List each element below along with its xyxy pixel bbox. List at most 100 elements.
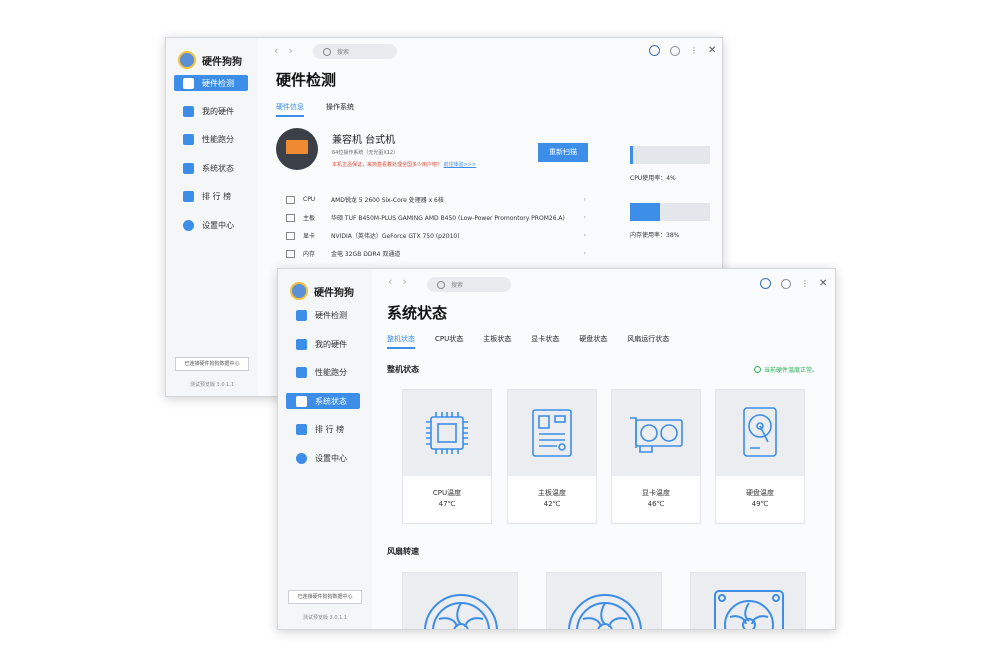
card-image xyxy=(612,390,700,476)
nav-label: 设置中心 xyxy=(202,221,234,230)
tab-cpu[interactable]: CPU状态 xyxy=(435,334,463,349)
hardware-row-gpu[interactable]: 显卡 NVIDIA（英伟达）GeForce GTX 750 (p2010) › xyxy=(286,231,586,240)
motherboard-icon xyxy=(532,409,572,457)
usage-label-text: CPU使用率： xyxy=(630,175,667,182)
card-value: 47℃ xyxy=(438,500,456,508)
front-sidebar: 硬件狗狗 硬件检测 我的硬件 性能跑分 系统状态 排 行 榜 设置中心 已连接硬… xyxy=(278,269,372,629)
hardware-value: 金电 32GB DDR4 双通道 xyxy=(331,251,401,258)
menu-icon[interactable]: ⋮ xyxy=(690,46,698,55)
nav-label: 性能跑分 xyxy=(202,135,234,144)
tab-overall[interactable]: 整机状态 xyxy=(387,334,415,349)
nav-label: 硬件检测 xyxy=(202,78,234,88)
card-name: CPU温度 xyxy=(432,489,462,497)
temp-card-cpu[interactable]: CPU温度 47℃ xyxy=(402,389,492,524)
temp-card-disk[interactable]: 硬盘温度 49℃ xyxy=(715,389,805,524)
warning-link[interactable]: 前往体验>>> xyxy=(444,162,477,168)
user-icon[interactable] xyxy=(649,45,660,56)
nav-benchmark[interactable]: 性能跑分 xyxy=(296,367,347,378)
close-icon[interactable]: ✕ xyxy=(819,278,827,289)
card-image xyxy=(716,390,804,476)
dog-logo-icon xyxy=(178,51,196,69)
nav-settings[interactable]: 设置中心 xyxy=(296,453,347,464)
nav-hardware-check[interactable]: 硬件检测 xyxy=(174,75,248,91)
section-title-fans: 风扇转速 xyxy=(387,547,419,556)
search-input[interactable]: 搜索 xyxy=(427,277,511,292)
chevron-right-icon: › xyxy=(583,232,586,239)
hardware-row-motherboard[interactable]: 主板 华硕 TUF B450M-PLUS GAMING AMD B450 (Lo… xyxy=(286,213,586,222)
nav-label: 排 行 榜 xyxy=(202,192,232,201)
hardware-value: 华硕 TUF B450M-PLUS GAMING AMD B450 (Low-P… xyxy=(331,215,565,222)
chevron-right-icon: › xyxy=(583,196,586,203)
phone-icon xyxy=(296,339,307,350)
fan-card[interactable] xyxy=(546,572,662,629)
pulse-icon xyxy=(183,163,194,174)
usage-value: 4% xyxy=(666,175,676,182)
card-value: 46℃ xyxy=(647,500,665,508)
rescan-button[interactable]: 重新扫描 xyxy=(538,143,588,162)
nav-system-status[interactable]: 系统状态 xyxy=(286,393,360,409)
gear-icon[interactable] xyxy=(781,278,791,289)
tab-disk[interactable]: 硬盘状态 xyxy=(579,334,607,349)
temp-card-motherboard[interactable]: 主板温度 42℃ xyxy=(507,389,597,524)
tab-fan[interactable]: 风扇运行状态 xyxy=(627,334,669,349)
status-text: 当前硬件温度正常。 xyxy=(764,367,819,374)
nav-arrows[interactable]: ‹ › xyxy=(274,44,293,57)
nav-label: 我的硬件 xyxy=(315,340,347,349)
tab-motherboard[interactable]: 主板状态 xyxy=(483,334,511,349)
app-name: 硬件狗狗 xyxy=(314,287,354,299)
benchmark-icon xyxy=(183,134,194,145)
card-image xyxy=(508,390,596,476)
search-icon xyxy=(437,280,445,289)
tab-gpu[interactable]: 显卡状态 xyxy=(531,334,559,349)
nav-label: 系统状态 xyxy=(315,396,347,406)
gear-icon[interactable] xyxy=(670,45,680,56)
nav-system-status[interactable]: 系统状态 xyxy=(183,163,234,174)
temperature-status: 当前硬件温度正常。 xyxy=(754,365,818,374)
user-icon[interactable] xyxy=(760,278,771,289)
close-icon[interactable]: ✕ xyxy=(708,45,716,56)
device-name: 兼容机 台式机 xyxy=(332,135,396,146)
menu-icon[interactable]: ⋮ xyxy=(801,279,809,288)
data-center-button[interactable]: 已连接硬件狗狗数据中心 xyxy=(175,357,249,371)
warning-text: 本机正品保证，来简直看着处理全国多少用户吧！ xyxy=(332,162,443,168)
tab-hardware-info[interactable]: 硬件信息 xyxy=(276,102,304,117)
nav-ranking[interactable]: 排 行 榜 xyxy=(296,424,344,435)
data-center-button[interactable]: 已连接硬件狗狗数据中心 xyxy=(288,590,362,604)
fan-card[interactable] xyxy=(402,572,518,629)
phone-icon xyxy=(183,106,194,117)
forward-arrow-icon[interactable]: › xyxy=(402,275,406,288)
memory-icon xyxy=(286,249,295,258)
nav-hardware-check[interactable]: 硬件检测 xyxy=(296,310,347,321)
nav-label: 性能跑分 xyxy=(315,368,347,377)
window-controls: ⋮ ✕ xyxy=(649,45,716,56)
nav-label: 系统状态 xyxy=(202,164,234,173)
hardware-row-cpu[interactable]: CPU AMD锐龙 5 2600 Six-Core 处理器 x 6核 › xyxy=(286,195,586,204)
app-name: 硬件狗狗 xyxy=(202,56,242,68)
card-image xyxy=(403,390,491,476)
tab-os[interactable]: 操作系统 xyxy=(326,102,354,117)
nav-arrows[interactable]: ‹ › xyxy=(388,275,407,288)
nav-benchmark[interactable]: 性能跑分 xyxy=(183,134,234,145)
bar-chart-icon xyxy=(296,424,307,435)
back-arrow-icon[interactable]: ‹ xyxy=(388,275,392,288)
usage-fill xyxy=(630,146,634,164)
hardware-key: CPU xyxy=(303,196,316,203)
forward-arrow-icon[interactable]: › xyxy=(288,44,292,57)
memory-usage-bar xyxy=(630,203,710,221)
card-value: 49℃ xyxy=(751,500,769,508)
hardware-value: NVIDIA（英伟达）GeForce GTX 750 (p2010) xyxy=(331,233,460,240)
nav-my-hardware[interactable]: 我的硬件 xyxy=(183,106,234,117)
temp-card-gpu[interactable]: 显卡温度 46℃ xyxy=(611,389,701,524)
nav-settings[interactable]: 设置中心 xyxy=(183,220,234,231)
search-input[interactable]: 搜索 xyxy=(313,44,397,59)
hardware-row-memory[interactable]: 内存 金电 32GB DDR4 双通道 › xyxy=(286,249,586,258)
nav-ranking[interactable]: 排 行 榜 xyxy=(183,191,231,202)
nav-my-hardware[interactable]: 我的硬件 xyxy=(296,339,347,350)
fan-card[interactable] xyxy=(690,572,806,629)
monitor-icon xyxy=(296,310,307,321)
fan-icon xyxy=(424,594,498,629)
usage-label-text: 内存使用率： xyxy=(630,232,667,239)
card-value: 42℃ xyxy=(543,500,561,508)
back-arrow-icon[interactable]: ‹ xyxy=(274,44,278,57)
app-logo: 硬件狗狗 xyxy=(178,51,242,69)
